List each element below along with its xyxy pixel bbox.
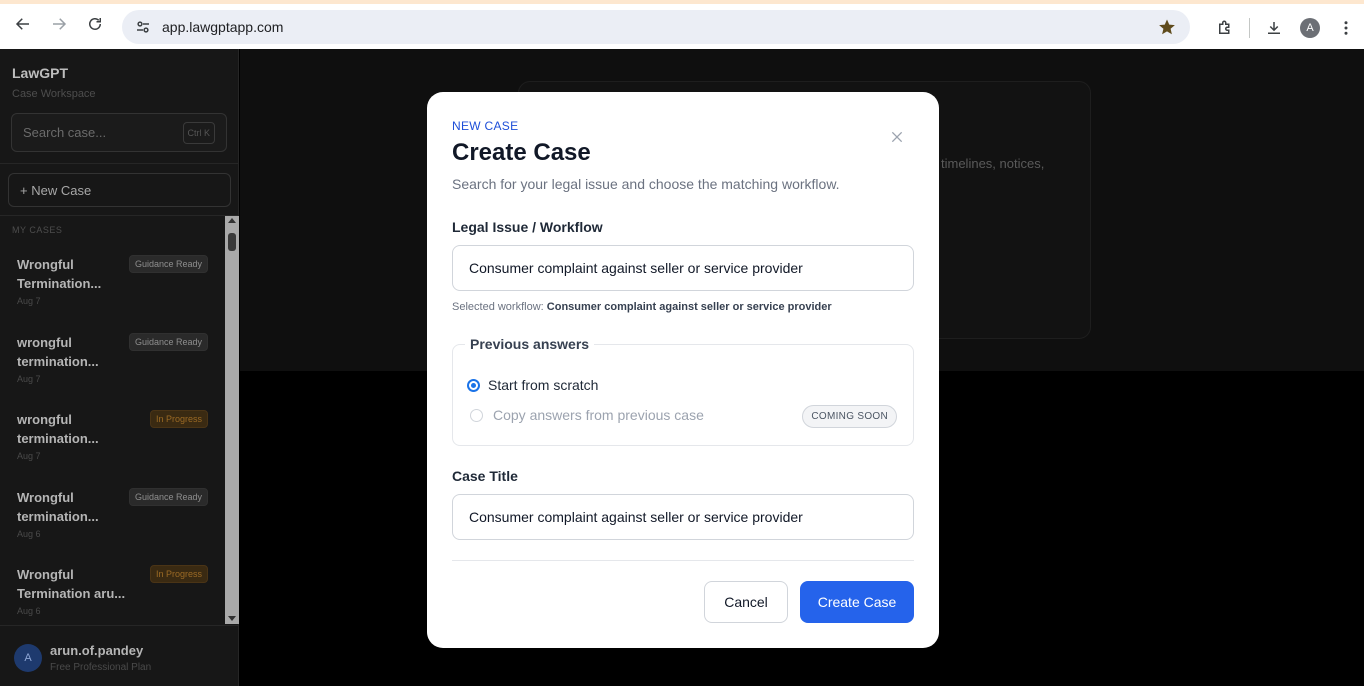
bookmark-star-icon[interactable] — [1158, 18, 1176, 36]
profile-button[interactable]: A — [1292, 10, 1328, 46]
arrow-right-icon — [53, 18, 67, 30]
reload-icon — [89, 18, 101, 30]
user-name: arun.of.pandey — [50, 643, 144, 658]
toolbar-separator — [1249, 18, 1250, 38]
case-list-item[interactable]: Wrongful termination... Aug 6 Guidance Re… — [0, 478, 225, 556]
profile-avatar: A — [1300, 18, 1320, 38]
case-title: wrongful termination... — [17, 412, 99, 446]
status-badge: In Progress — [149, 565, 208, 583]
search-shortcut-hint: Ctrl K — [182, 122, 215, 144]
workflow-input[interactable]: Consumer complaint against seller or ser… — [452, 245, 914, 291]
browser-actions: A — [1207, 8, 1364, 48]
app-subtitle: Case Workspace — [12, 88, 96, 100]
download-icon — [1268, 22, 1280, 34]
case-date: Aug 7 — [17, 373, 41, 384]
case-list-item[interactable]: wrongful termination... Aug 7 Guidance Re… — [0, 323, 225, 401]
divider — [0, 163, 239, 164]
arrow-left-icon — [15, 18, 29, 30]
dialog-title: Create Case — [452, 139, 591, 166]
dialog-subtitle: Search for your legal issue and choose t… — [452, 176, 840, 192]
divider — [0, 625, 239, 626]
scrollbar-thumb[interactable] — [228, 233, 236, 251]
coming-soon-badge: COMING SOON — [802, 405, 897, 428]
close-button[interactable] — [886, 126, 908, 148]
case-date: Aug 6 — [17, 528, 41, 539]
status-badge: In Progress — [149, 410, 208, 428]
case-list-item[interactable]: Wrongful Termination... Aug 7 Guidance Re… — [0, 245, 225, 323]
back-button[interactable] — [5, 6, 41, 42]
status-badge: Guidance Ready — [128, 255, 208, 273]
case-title-input[interactable]: Consumer complaint against seller or ser… — [452, 494, 914, 540]
new-case-button[interactable]: + New Case — [8, 173, 231, 207]
url-text: app.lawgptapp.com — [162, 19, 284, 35]
case-list-item[interactable]: Wrongful Termination aru... Aug 6 In Prog… — [0, 555, 225, 625]
case-list: Wrongful Termination... Aug 7 Guidance Re… — [0, 245, 225, 625]
radio-copy-previous: Copy answers from previous case — [470, 407, 704, 423]
radio-start-from-scratch[interactable]: Start from scratch — [467, 377, 598, 393]
radio-label: Start from scratch — [488, 377, 599, 393]
radio-disabled-icon — [470, 408, 483, 422]
background-card-text: timelines, notices, — [941, 156, 1045, 171]
case-list-scrollbar[interactable] — [225, 216, 239, 624]
selected-workflow-text: Selected workflow: Consumer complaint ag… — [452, 301, 832, 313]
case-title: Wrongful Termination aru... — [17, 567, 126, 601]
avatar[interactable]: A — [14, 644, 42, 672]
scroll-down-icon[interactable] — [228, 616, 236, 621]
my-cases-heading: MY CASES — [12, 225, 63, 235]
reload-button[interactable] — [77, 6, 113, 42]
case-title: wrongful termination... — [17, 334, 99, 369]
case-title: Wrongful termination... — [17, 489, 99, 524]
puzzle-icon — [1219, 20, 1230, 34]
downloads-button[interactable] — [1256, 10, 1292, 46]
case-list-item[interactable]: wrongful termination... Aug 7 In Progress — [0, 400, 225, 478]
dialog-divider — [452, 560, 914, 561]
previous-answers-legend: Previous answers — [465, 336, 595, 352]
close-icon — [891, 131, 903, 143]
extensions-button[interactable] — [1207, 10, 1243, 46]
workflow-label: Legal Issue / Workflow — [452, 219, 603, 235]
status-badge: Guidance Ready — [128, 487, 208, 506]
case-title: Wrongful Termination... — [17, 257, 102, 291]
user-plan: Free Professional Plan — [50, 662, 152, 673]
case-search-input[interactable]: Search case... Ctrl K — [11, 113, 227, 152]
previous-answers-group: Previous answers Start from scratch Copy… — [452, 336, 914, 446]
browser-toolbar: app.lawgptapp.com A — [0, 0, 1364, 49]
scroll-up-icon[interactable] — [228, 218, 236, 223]
status-badge: Guidance Ready — [128, 332, 208, 351]
case-date: Aug 6 — [17, 606, 41, 616]
search-placeholder: Search case... — [23, 125, 107, 140]
case-date: Aug 7 — [17, 451, 41, 461]
forward-button[interactable] — [41, 6, 77, 42]
divider — [0, 215, 239, 216]
kebab-menu-icon — [1344, 21, 1348, 35]
app-brand: LawGPT — [12, 65, 69, 81]
radio-label: Copy answers from previous case — [493, 407, 704, 423]
radio-selected-icon[interactable] — [467, 378, 480, 392]
case-title-label: Case Title — [452, 468, 518, 484]
cancel-button[interactable]: Cancel — [704, 581, 788, 623]
browser-menu-button[interactable] — [1328, 10, 1364, 46]
case-date: Aug 7 — [17, 296, 41, 306]
address-bar[interactable]: app.lawgptapp.com — [122, 10, 1190, 44]
create-case-button[interactable]: Create Case — [800, 581, 914, 623]
sidebar: LawGPT Case Workspace Search case... Ctr… — [0, 49, 239, 686]
site-settings-icon[interactable] — [134, 18, 152, 36]
dialog-kicker: NEW CASE — [452, 119, 519, 133]
create-case-dialog: NEW CASE Create Case Search for your leg… — [427, 92, 939, 648]
